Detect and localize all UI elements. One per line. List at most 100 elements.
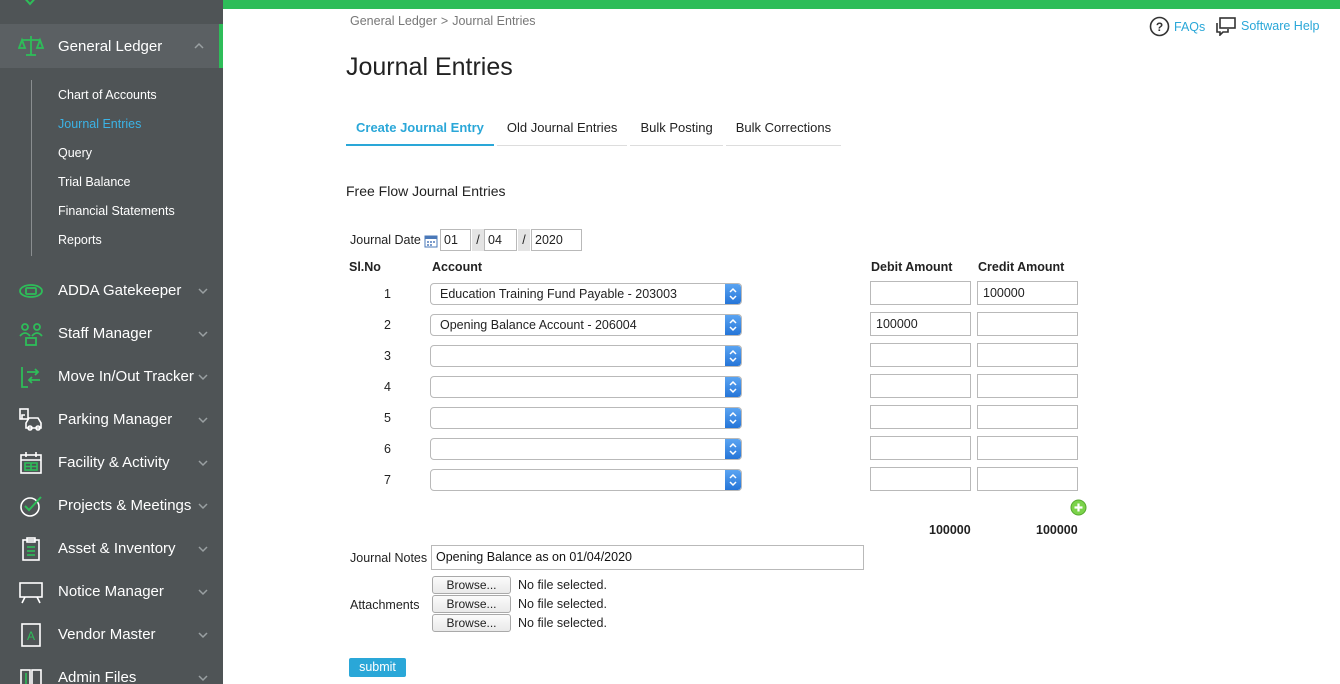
question-circle-icon: ? (1149, 16, 1170, 37)
submenu-item-trial-balance[interactable]: Trial Balance (58, 175, 131, 189)
date-separator: / (472, 229, 484, 251)
debit-input[interactable] (870, 405, 971, 429)
credit-input[interactable] (977, 405, 1078, 429)
row-number: 2 (384, 318, 391, 332)
tab-bulk-posting[interactable]: Bulk Posting (630, 112, 723, 146)
home-icon[interactable] (18, 0, 42, 12)
vendor-book-icon: A (18, 622, 44, 648)
calendar-picker-icon[interactable] (424, 234, 438, 248)
select-arrows-icon (725, 439, 741, 459)
sidebar-item-move-in-out-tracker[interactable]: Move In/Out Tracker (0, 355, 223, 398)
section-title: Free Flow Journal Entries (346, 183, 506, 199)
svg-text:A: A (27, 629, 35, 643)
debit-input[interactable]: 100000 (870, 312, 971, 336)
chevron-down-icon (198, 287, 208, 294)
journal-notes-input[interactable]: Opening Balance as on 01/04/2020 (431, 545, 864, 570)
submenu-item-financial-statements[interactable]: Financial Statements (58, 204, 175, 218)
tab-bulk-corrections[interactable]: Bulk Corrections (725, 112, 842, 146)
sidebar-item-parking-manager[interactable]: Parking Manager (0, 398, 223, 441)
move-arrows-icon (18, 364, 44, 390)
sidebar-item-asset-inventory[interactable]: Asset & Inventory (0, 527, 223, 570)
account-header: Account (432, 260, 482, 274)
sidebar-group-general-ledger[interactable]: General Ledger (0, 24, 223, 68)
total-credit: 100000 (1036, 523, 1078, 537)
submenu-item-journal-entries[interactable]: Journal Entries (58, 117, 141, 131)
chevron-down-icon (198, 416, 208, 423)
account-select[interactable] (430, 407, 742, 429)
sidebar-item-label: Asset & Inventory (58, 540, 176, 557)
credit-input[interactable]: 100000 (977, 281, 1078, 305)
credit-input[interactable] (977, 467, 1078, 491)
account-select[interactable]: Opening Balance Account - 206004 (430, 314, 742, 336)
journal-date-month-input[interactable]: 04 (484, 229, 517, 251)
account-select[interactable] (430, 376, 742, 398)
breadcrumb: General Ledger > Journal Entries (350, 14, 536, 28)
credit-input[interactable] (977, 374, 1078, 398)
breadcrumb-root[interactable]: General Ledger (350, 14, 437, 28)
journal-date-day-input[interactable]: 01 (440, 229, 471, 251)
row-number: 1 (384, 287, 391, 301)
file-status: No file selected. (518, 578, 607, 592)
account-select[interactable] (430, 438, 742, 460)
page-title: Journal Entries (346, 53, 513, 81)
browse-button[interactable]: Browse... (432, 614, 511, 632)
browse-button[interactable]: Browse... (432, 576, 511, 594)
total-debit: 100000 (929, 523, 971, 537)
chevron-down-icon (198, 459, 208, 466)
admin-files-icon (18, 665, 44, 684)
credit-input[interactable] (977, 312, 1078, 336)
chevron-down-icon (198, 631, 208, 638)
chat-bubbles-icon (1216, 17, 1236, 36)
sidebar-item-notice-manager[interactable]: Notice Manager (0, 570, 223, 613)
tab-bar: Create Journal Entry Old Journal Entries… (346, 112, 844, 146)
notice-board-icon (18, 579, 44, 605)
debit-input[interactable] (870, 436, 971, 460)
sidebar-item-label: Staff Manager (58, 325, 152, 342)
account-select[interactable] (430, 345, 742, 367)
check-circle-icon (18, 493, 44, 519)
account-select[interactable]: Education Training Fund Payable - 203003 (430, 283, 742, 305)
breadcrumb-current: Journal Entries (452, 14, 536, 28)
browse-button[interactable]: Browse... (432, 595, 511, 613)
software-help-label: Software Help (1241, 19, 1320, 33)
sidebar-item-label: Facility & Activity (58, 454, 170, 471)
general-ledger-submenu: Chart of Accounts Journal Entries Query … (0, 80, 223, 256)
credit-input[interactable] (977, 436, 1078, 460)
scales-icon (18, 33, 44, 59)
sidebar-item-facility-activity[interactable]: Facility & Activity (0, 441, 223, 484)
submenu-item-query[interactable]: Query (58, 146, 92, 160)
debit-input[interactable] (870, 281, 971, 305)
credit-input[interactable] (977, 343, 1078, 367)
debit-input[interactable] (870, 343, 971, 367)
sidebar-item-label: Notice Manager (58, 583, 164, 600)
parking-car-icon (18, 407, 44, 433)
submit-button[interactable]: submit (349, 658, 406, 677)
add-row-plus-icon[interactable] (1070, 499, 1087, 516)
tab-create-journal-entry[interactable]: Create Journal Entry (346, 112, 494, 146)
account-select-value: Opening Balance Account - 206004 (440, 318, 637, 332)
sidebar-group-label: General Ledger (58, 37, 163, 55)
account-select[interactable] (430, 469, 742, 491)
debit-input[interactable] (870, 374, 971, 398)
sidebar-item-projects-meetings[interactable]: Projects & Meetings (0, 484, 223, 527)
row-number: 6 (384, 442, 391, 456)
staff-icon (18, 321, 44, 347)
sidebar-item-adda-gatekeeper[interactable]: ADDA Gatekeeper (0, 269, 223, 312)
sidebar-item-staff-manager[interactable]: Staff Manager (0, 312, 223, 355)
file-status: No file selected. (518, 597, 607, 611)
journal-notes-label: Journal Notes (350, 551, 428, 565)
sidebar-item-admin-files[interactable]: Admin Files (0, 656, 223, 684)
debit-input[interactable] (870, 467, 971, 491)
sidebar-item-vendor-master[interactable]: A Vendor Master (0, 613, 223, 656)
chevron-down-icon (198, 588, 208, 595)
faqs-link[interactable]: ? FAQs (1149, 16, 1205, 37)
submenu-item-chart-of-accounts[interactable]: Chart of Accounts (58, 88, 157, 102)
file-status: No file selected. (518, 616, 607, 630)
breadcrumb-separator: > (440, 14, 449, 28)
chevron-up-icon[interactable] (193, 40, 205, 52)
row-number: 3 (384, 349, 391, 363)
journal-date-year-input[interactable]: 2020 (531, 229, 582, 251)
submenu-item-reports[interactable]: Reports (58, 233, 102, 247)
software-help-link[interactable]: Software Help (1215, 16, 1320, 36)
tab-old-journal-entries[interactable]: Old Journal Entries (496, 112, 628, 146)
